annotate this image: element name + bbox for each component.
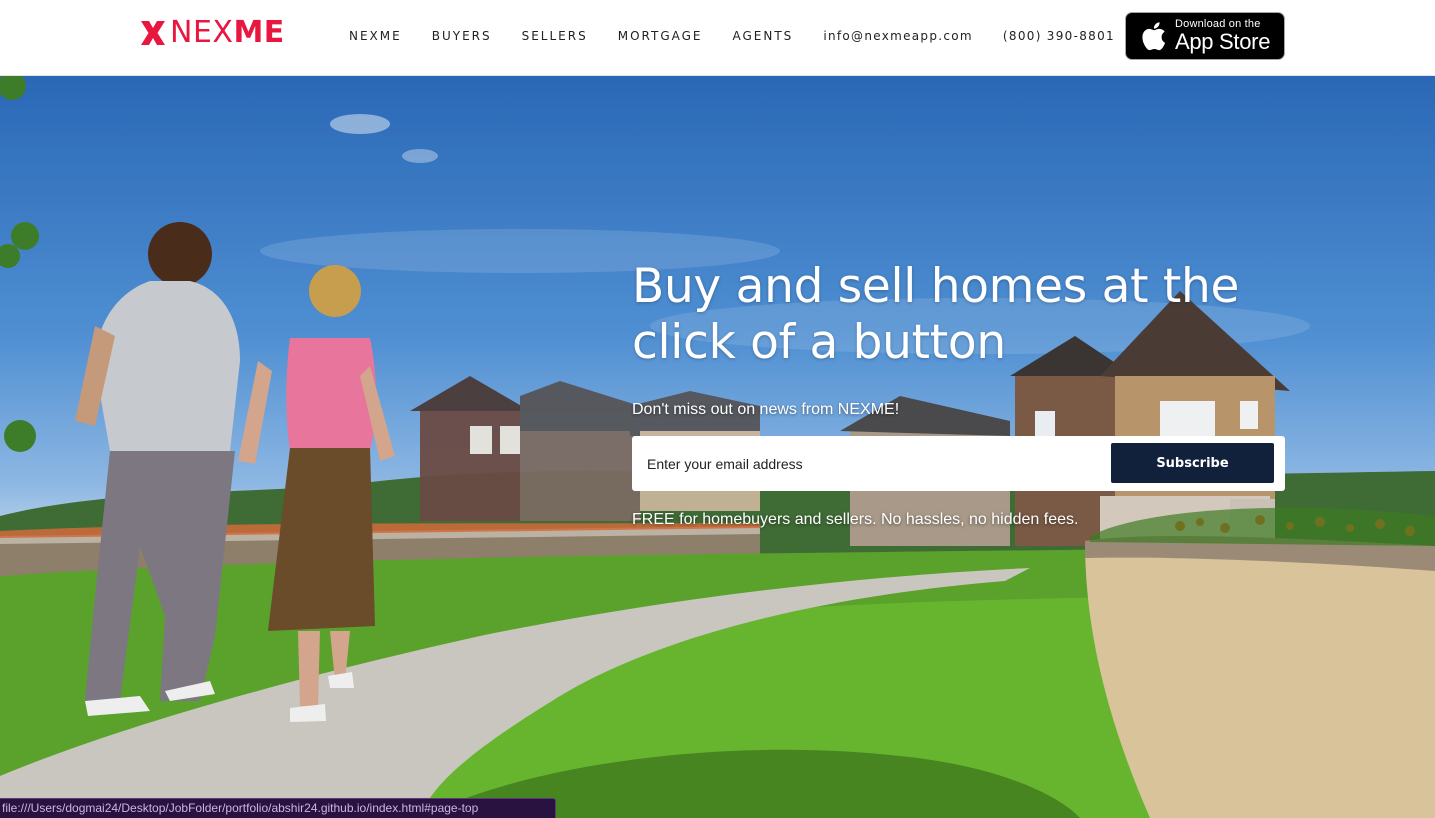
logo-suffix: ME — [233, 15, 285, 50]
email-input[interactable] — [632, 436, 1102, 491]
apple-icon — [1142, 22, 1166, 51]
subscribe-button[interactable]: Subscribe — [1111, 443, 1274, 483]
hero-section: Buy and sell homes at the click of a but… — [0, 76, 1435, 818]
hero-content: Buy and sell homes at the click of a but… — [632, 259, 1292, 529]
browser-status-bar: file:///Users/dogmai24/Desktop/JobFolder… — [0, 798, 556, 818]
nav-link-email[interactable]: info@nexmeapp.com — [823, 29, 973, 43]
nav-link-nexme[interactable]: NEXME — [349, 29, 402, 43]
app-store-line2: App Store — [1175, 29, 1271, 54]
hero-title: Buy and sell homes at the click of a but… — [632, 259, 1240, 370]
nav-link-buyers[interactable]: BUYERS — [432, 29, 492, 43]
logo-prefix: NEX — [170, 15, 234, 50]
nexme-logo[interactable]: NEXME — [139, 18, 285, 48]
nav-link-agents[interactable]: AGENTS — [733, 29, 794, 43]
nexme-x-mark-icon — [141, 21, 165, 45]
nav-link-sellers[interactable]: SELLERS — [522, 29, 588, 43]
hero-subtitle: Don't miss out on news from NEXME! — [632, 401, 900, 418]
site-header: NEXME NEXME BUYERS SELLERS MORTGAGE AGEN… — [0, 0, 1435, 76]
logo-wordmark: NEXME — [170, 18, 285, 48]
hero-note: FREE for homebuyers and sellers. No hass… — [632, 511, 1079, 528]
app-store-text: Download on the App Store — [1175, 18, 1270, 54]
app-store-button[interactable]: Download on the App Store — [1125, 12, 1285, 60]
main-nav: NEXME BUYERS SELLERS MORTGAGE AGENTS inf… — [349, 27, 1115, 45]
nav-link-mortgage[interactable]: MORTGAGE — [618, 29, 703, 43]
nav-link-phone[interactable]: (800) 390-8801 — [1003, 29, 1115, 43]
subscribe-form: Subscribe — [632, 436, 1285, 491]
